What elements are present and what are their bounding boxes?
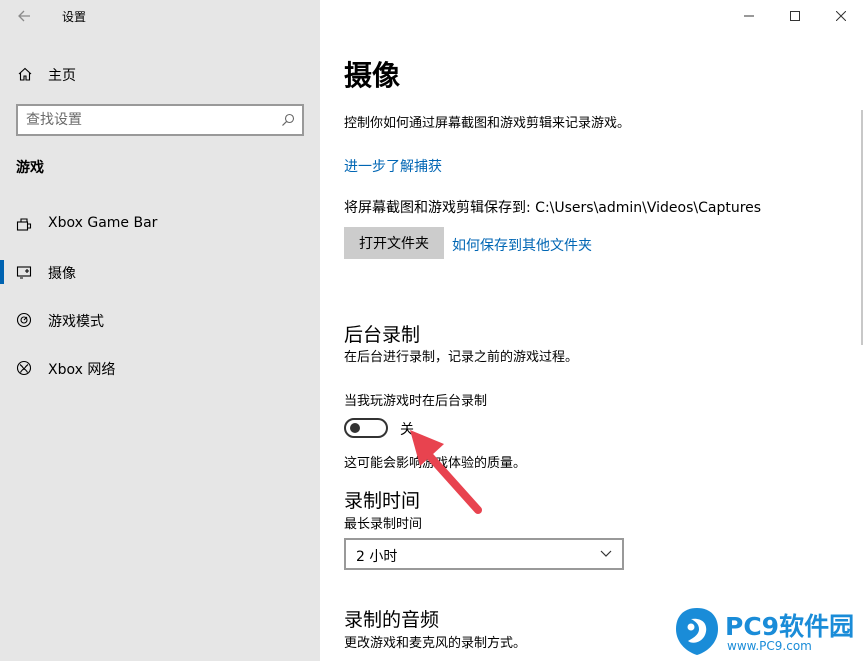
gamemode-icon [16, 312, 32, 328]
background-recording-heading: 后台录制 [344, 324, 421, 346]
home-icon [18, 67, 32, 81]
sidebar-item-label: 摄像 [48, 266, 76, 282]
page-description: 控制你如何通过屏幕截图和游戏剪辑来记录游戏。 [344, 116, 631, 131]
maximize-button[interactable] [772, 0, 818, 32]
toggle-knob [350, 423, 360, 433]
search-icon[interactable] [280, 112, 296, 128]
gamebar-icon [16, 218, 32, 231]
learn-more-link[interactable]: 进一步了解捕获 [344, 156, 442, 176]
record-time-heading: 录制时间 [344, 490, 421, 512]
toggle-state-label: 关 [400, 422, 414, 438]
sidebar-item-capture[interactable]: 摄像 [0, 252, 320, 292]
background-recording-toggle[interactable] [344, 418, 388, 438]
save-path-text: 将屏幕截图和游戏剪辑保存到: C:\Users\admin\Videos\Cap… [344, 200, 762, 216]
toggle-caption: 当我玩游戏时在后台录制 [344, 394, 488, 409]
watermark-sub: www.PC9.com [727, 639, 812, 653]
sidebar-item-label: 主页 [48, 68, 76, 84]
sidebar-item-game-mode[interactable]: 游戏模式 [0, 300, 320, 340]
sidebar-item-xbox-game-bar[interactable]: Xbox Game Bar [0, 204, 320, 244]
back-arrow-icon [18, 10, 30, 22]
capture-icon [16, 266, 32, 279]
scrollbar[interactable] [861, 110, 863, 345]
section-title: 游戏 [16, 160, 44, 176]
chevron-down-icon [600, 550, 612, 557]
minimize-icon [744, 15, 754, 17]
app-title: 设置 [62, 10, 87, 24]
maximize-icon [790, 11, 800, 21]
page-title: 摄像 [344, 59, 401, 92]
open-folder-button[interactable]: 打开文件夹 [344, 227, 444, 259]
search-input[interactable] [26, 111, 276, 129]
watermark: PC9软件园 www.PC9.com [673, 605, 859, 657]
main-content: 摄像 控制你如何通过屏幕截图和游戏剪辑来记录游戏。 进一步了解捕获 将屏幕截图和… [320, 0, 865, 661]
pc9-logo-icon [676, 608, 718, 655]
close-button[interactable] [818, 0, 864, 32]
sidebar-item-xbox-network[interactable]: Xbox 网络 [0, 348, 320, 388]
xbox-icon [16, 360, 32, 376]
quality-note: 这可能会影响游戏体验的质量。 [344, 456, 527, 471]
background-recording-description: 在后台进行录制，记录之前的游戏过程。 [344, 350, 579, 365]
sidebar-item-home[interactable]: 主页 [0, 56, 320, 92]
close-icon [836, 11, 846, 21]
sidebar-item-label: Xbox 网络 [48, 362, 116, 378]
search-box[interactable] [16, 104, 304, 136]
title-bar: 设置 [0, 0, 320, 32]
audio-heading: 录制的音频 [344, 609, 440, 631]
sidebar: 设置 主页 游戏 Xbox Game Bar 摄像 游戏模式 Xbox 网络 [0, 0, 320, 661]
watermark-text: PC9软件园 [725, 612, 855, 641]
max-record-time-select[interactable]: 2 小时 [344, 538, 624, 570]
save-elsewhere-link[interactable]: 如何保存到其他文件夹 [452, 235, 592, 255]
select-value: 2 小时 [356, 549, 398, 565]
back-button[interactable] [8, 2, 40, 30]
minimize-button[interactable] [726, 0, 772, 32]
audio-description: 更改游戏和麦克风的录制方式。 [344, 636, 527, 651]
record-time-label: 最长录制时间 [344, 517, 423, 532]
sidebar-item-label: 游戏模式 [48, 314, 104, 330]
sidebar-item-label: Xbox Game Bar [48, 215, 158, 231]
